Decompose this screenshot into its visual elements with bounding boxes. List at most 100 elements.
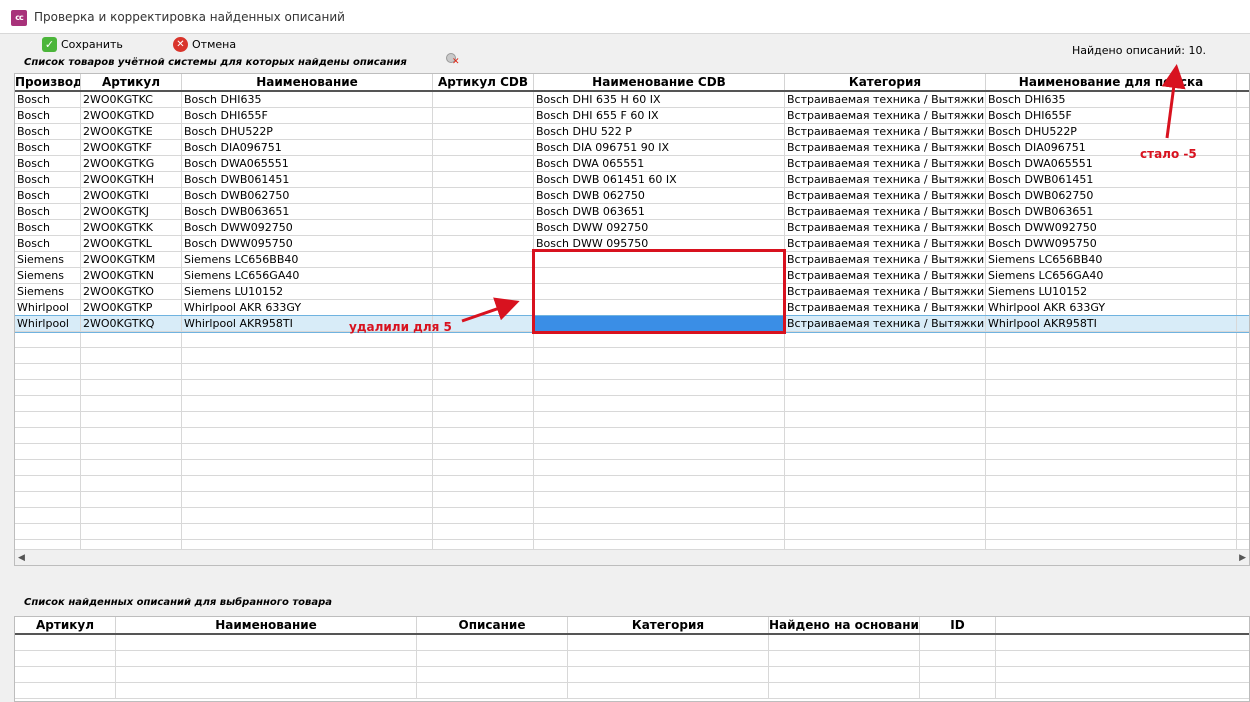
table-cell[interactable] [433,428,534,443]
table-cell[interactable] [986,524,1237,539]
table-cell[interactable]: Bosch [15,188,81,203]
table-cell[interactable]: Bosch DHI 635 H 60 IX [534,92,785,107]
table-cell[interactable]: Bosch [15,92,81,107]
table-cell[interactable] [986,476,1237,491]
table-cell[interactable] [116,667,417,682]
table-cell[interactable]: 2WO0KGTKD [81,108,182,123]
table-cell[interactable] [534,396,785,411]
table-cell[interactable] [417,635,568,650]
table-cell[interactable]: Bosch [15,140,81,155]
table-cell[interactable]: Bosch [15,236,81,251]
table-cell[interactable]: Bosch DWB061451 [986,172,1237,187]
table-cell[interactable]: Bosch DHI635 [986,92,1237,107]
table-cell[interactable] [568,635,769,650]
table-cell[interactable] [182,428,433,443]
column-header[interactable]: Наименование CDB [534,74,785,90]
empty-row[interactable] [15,428,1249,444]
table-row[interactable]: Bosch 2WO0KGTKE Bosch DHU522P Bosch DHU 522… [15,124,1249,140]
table-cell[interactable]: Whirlpool [15,300,81,315]
table-cell[interactable]: Встраиваемая техника / Вытяжки кух [785,284,986,299]
table-cell[interactable] [920,683,996,698]
table-cell[interactable]: Bosch [15,172,81,187]
table-cell[interactable] [81,412,182,427]
table-cell[interactable] [15,380,81,395]
table-cell[interactable] [15,348,81,363]
table-cell[interactable] [81,396,182,411]
table-cell[interactable] [433,508,534,523]
column-header[interactable]: Категория [568,617,769,633]
table-cell[interactable]: Bosch DWW092750 [182,220,433,235]
table-cell[interactable] [81,428,182,443]
table-cell[interactable] [785,364,986,379]
table-cell[interactable] [433,236,534,251]
table-cell[interactable] [433,284,534,299]
table-cell[interactable] [534,524,785,539]
table-cell[interactable]: Bosch DHU 522 P [534,124,785,139]
table-cell[interactable] [116,683,417,698]
table-cell[interactable] [116,651,417,666]
table-cell[interactable] [433,140,534,155]
table-cell[interactable] [417,651,568,666]
table-cell[interactable] [15,428,81,443]
table-cell[interactable] [986,380,1237,395]
table-cell[interactable] [81,380,182,395]
table-cell[interactable]: Bosch DWB063651 [986,204,1237,219]
table-cell[interactable] [81,332,182,347]
table-cell[interactable] [15,412,81,427]
table-row[interactable]: Bosch 2WO0KGTKF Bosch DIA096751 Bosch DIA 0… [15,140,1249,156]
table-cell[interactable] [433,108,534,123]
table-cell[interactable] [433,492,534,507]
table-cell[interactable]: Встраиваемая техника / Вытяжки кух [785,188,986,203]
table-cell[interactable] [433,380,534,395]
column-header[interactable]: Артикул [15,617,116,633]
table-cell[interactable] [568,683,769,698]
table-cell[interactable]: Bosch DHU522P [986,124,1237,139]
column-header[interactable]: Артикул CDB [433,74,534,90]
table-cell[interactable] [15,476,81,491]
table-cell[interactable] [182,364,433,379]
table-cell[interactable]: Siemens LU10152 [986,284,1237,299]
empty-row[interactable] [15,683,1249,699]
column-header[interactable]: Найдено на основании [769,617,920,633]
table-cell[interactable] [920,667,996,682]
empty-row[interactable] [15,651,1249,667]
table-cell[interactable]: Bosch DHI655F [986,108,1237,123]
table-cell[interactable] [433,220,534,235]
empty-row[interactable] [15,412,1249,428]
table-cell[interactable] [534,476,785,491]
table-cell[interactable]: Bosch DIA096751 [182,140,433,155]
table-cell[interactable] [182,348,433,363]
table-cell[interactable]: 2WO0KGTKH [81,172,182,187]
table-cell[interactable]: Bosch DWB061451 [182,172,433,187]
table-cell[interactable]: Siemens [15,284,81,299]
column-header[interactable]: Производитель [15,74,81,90]
empty-row[interactable] [15,348,1249,364]
table-cell[interactable] [986,444,1237,459]
table-cell[interactable] [986,508,1237,523]
table-cell[interactable]: Bosch [15,156,81,171]
empty-row[interactable] [15,508,1249,524]
table-cell[interactable] [81,460,182,475]
table-cell[interactable]: Bosch DIA 096751 90 IX [534,140,785,155]
descriptions-grid[interactable]: Артикул Наименование Описание Категория Найд… [14,616,1250,702]
table-cell[interactable] [534,508,785,523]
table-cell[interactable]: Bosch DWA 065551 [534,156,785,171]
table-cell[interactable]: Siemens LC656BB40 [986,252,1237,267]
table-cell[interactable]: Bosch [15,124,81,139]
table-cell[interactable]: 2WO0KGTKK [81,220,182,235]
table-cell[interactable] [534,428,785,443]
table-cell[interactable] [769,651,920,666]
table-cell[interactable] [15,396,81,411]
column-header[interactable]: Категория [785,74,986,90]
table-cell[interactable] [785,348,986,363]
table-cell[interactable] [920,635,996,650]
table-cell[interactable] [433,92,534,107]
table-row[interactable]: Bosch 2WO0KGTKD Bosch DHI655F Bosch DHI 655… [15,108,1249,124]
table-cell[interactable]: 2WO0KGTKO [81,284,182,299]
table-cell[interactable] [785,428,986,443]
table-cell[interactable] [81,508,182,523]
table-cell[interactable]: 2WO0KGTKE [81,124,182,139]
table-row[interactable]: Bosch 2WO0KGTKI Bosch DWB062750 Bosch DWB 0… [15,188,1249,204]
table-cell[interactable] [433,268,534,283]
table-cell[interactable]: 2WO0KGTKN [81,268,182,283]
